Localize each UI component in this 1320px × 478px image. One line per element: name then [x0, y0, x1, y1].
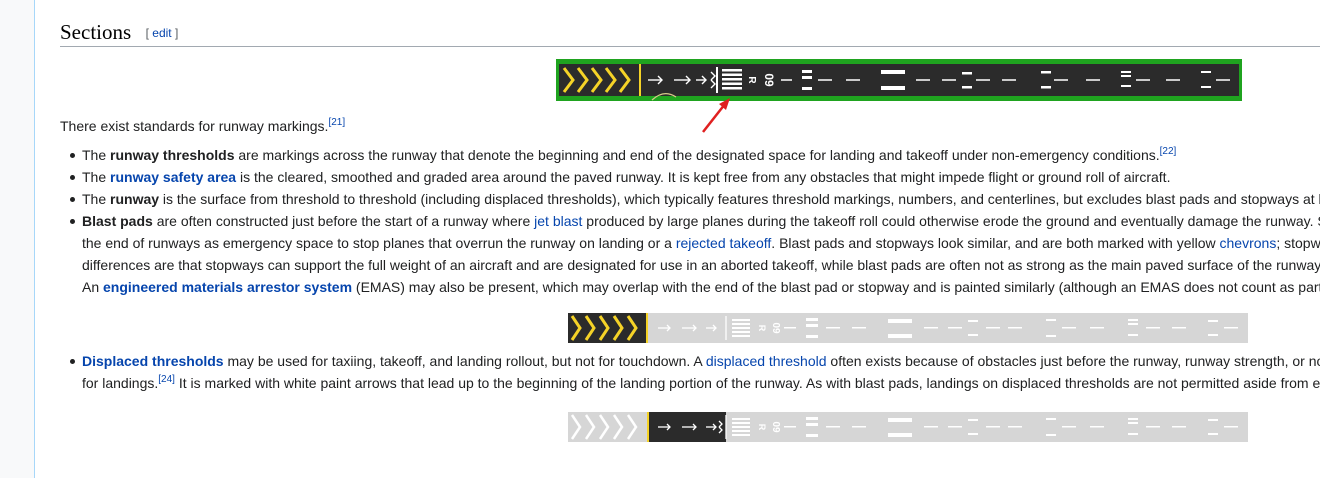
list-item-displaced-thresholds: Displaced thresholds may be used for tax…: [60, 350, 1320, 394]
list-item-thresholds: The runway thresholds are markings acros…: [60, 144, 1320, 166]
item-text: the end of runways as emergency space to…: [82, 235, 676, 251]
citation-21[interactable]: [21]: [328, 117, 345, 128]
jet-blast-link[interactable]: jet blast: [534, 213, 582, 229]
item-text: often exists because of obstacles just b…: [826, 353, 1320, 369]
section-heading: Sections [ edit ]: [60, 18, 1320, 47]
runway-number-3: 09: [770, 421, 781, 433]
citation-link-24[interactable]: [24]: [158, 374, 175, 385]
item-text: produced by large planes during the take…: [582, 213, 1320, 229]
item-line: Displaced thresholds may be used for tax…: [82, 350, 1320, 372]
section-title: Sections: [60, 20, 132, 44]
citation-link-22[interactable]: [22]: [1160, 146, 1177, 157]
citation-24[interactable]: [24]: [158, 374, 175, 385]
runway-diagram-blast-pad[interactable]: 09 R: [568, 313, 1248, 343]
item-text: . Blast pads and stopways look similar, …: [771, 235, 1220, 251]
list-item-runway: The runway is the surface from threshold…: [60, 188, 1320, 210]
runway-diagram-displaced-threshold[interactable]: 09 R: [568, 412, 1248, 442]
item-line: for landings.[24] It is marked with whit…: [82, 372, 1320, 394]
list-item-safety-area: The runway safety area is the cleared, s…: [60, 166, 1320, 188]
intro-paragraph: There exist standards for runway marking…: [60, 117, 345, 135]
runway-safety-area-link[interactable]: runway safety area: [110, 169, 236, 185]
item-text: are markings across the runway that deno…: [234, 147, 1160, 163]
item-text: An: [82, 279, 104, 295]
red-arrow-icon: [702, 98, 730, 133]
emas-link[interactable]: engineered materials arrestor system: [103, 279, 352, 295]
displaced-threshold-link[interactable]: displaced threshold: [706, 353, 827, 369]
citation-link-21[interactable]: [21]: [328, 117, 345, 128]
item-line: the end of runways as emergency space to…: [82, 232, 1320, 254]
item-bold-term: runway thresholds: [110, 147, 235, 163]
runway-letter-2: R: [757, 325, 767, 332]
runway-number: 09: [762, 73, 776, 87]
item-text: differences are that stopways can suppor…: [82, 257, 1320, 273]
edit-link[interactable]: edit: [152, 26, 171, 40]
intro-text: There exist standards for runway marking…: [60, 118, 329, 134]
citation-22[interactable]: [22]: [1160, 146, 1177, 157]
chevrons-link[interactable]: chevrons: [1220, 235, 1277, 251]
item-text: It is marked with white paint arrows tha…: [174, 375, 1320, 391]
edit-bracket-close: ]: [171, 26, 179, 40]
rejected-takeoff-link[interactable]: rejected takeoff: [676, 235, 771, 251]
item-text: The: [82, 169, 111, 185]
item-bold-term: runway: [110, 191, 160, 207]
item-text: for landings.: [82, 375, 159, 391]
item-text: The: [82, 191, 111, 207]
item-bold-term: Blast pads: [82, 213, 153, 229]
item-text: may be used for taxiing, takeoff, and la…: [223, 353, 706, 369]
runway-letter: R: [746, 76, 757, 84]
edit-section: [ edit ]: [146, 26, 179, 40]
item-line: Blast pads are often constructed just be…: [82, 210, 1320, 232]
item-line: An engineered materials arrestor system …: [82, 276, 1320, 298]
runway-number-2: 09: [770, 322, 781, 334]
runway-diagram-full[interactable]: 09 R: [556, 59, 1242, 101]
item-text: The: [82, 147, 111, 163]
runway-letter-3: R: [757, 424, 767, 431]
displaced-thresholds-bold-link[interactable]: Displaced thresholds: [82, 353, 224, 369]
runway-markings-list: The runway thresholds are markings acros…: [60, 144, 1320, 394]
item-text: ; stopw: [1276, 235, 1320, 251]
item-text: is the surface from threshold to thresho…: [159, 191, 1320, 207]
item-text: (EMAS) may also be present, which may ov…: [352, 279, 1320, 295]
article-content: Sections [ edit ] 09 R There exist stand…: [34, 0, 1320, 478]
item-text: are often constructed just before the st…: [152, 213, 535, 229]
item-text: is the cleared, smoothed and graded area…: [236, 169, 1171, 185]
item-line: differences are that stopways can suppor…: [82, 254, 1320, 276]
